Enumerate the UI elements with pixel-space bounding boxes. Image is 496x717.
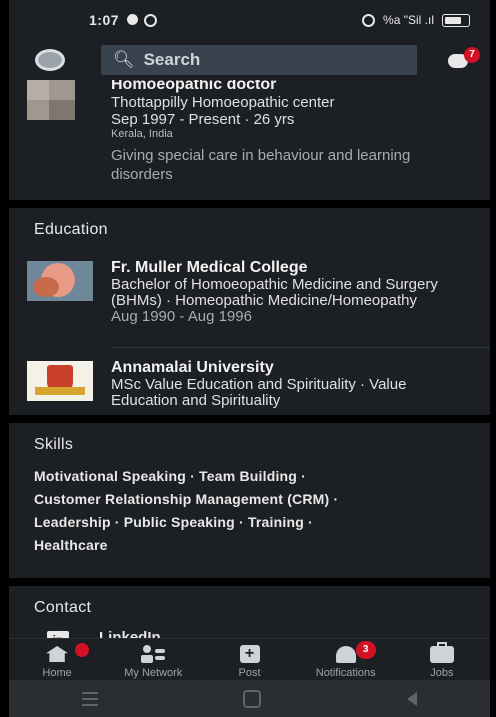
network-icon bbox=[141, 645, 166, 663]
recent-apps-icon[interactable] bbox=[81, 691, 98, 706]
skills-line: Leadership · Public Speaking · Training … bbox=[34, 514, 313, 530]
linkedin-icon: in bbox=[47, 631, 69, 638]
search-placeholder: Search bbox=[143, 50, 201, 69]
notifications-badge: 3 bbox=[355, 641, 376, 659]
linkedin-link[interactable]: LinkedIn bbox=[99, 629, 161, 638]
bottom-navigation: Home My Network + Post 3 Notifications J… bbox=[9, 638, 490, 681]
post-icon: + bbox=[239, 645, 260, 663]
company-name: Thottappilly Homoeopathic center bbox=[111, 94, 335, 111]
contact-heading: Contact bbox=[34, 599, 92, 616]
skills-section: Skills Motivational Speaking · Team Buil… bbox=[9, 423, 490, 578]
experience-details: Homoeopathic doctor Thottappilly Homoeop… bbox=[111, 80, 441, 184]
item-separator bbox=[111, 347, 490, 348]
bell-icon bbox=[335, 645, 356, 663]
home-system-icon[interactable] bbox=[243, 689, 262, 708]
school-dates: Aug 1990 - Aug 1996 bbox=[111, 308, 252, 325]
section-divider bbox=[9, 578, 490, 586]
job-title: Homoeopathic doctor bbox=[111, 80, 277, 93]
education-section: Education Fr. Muller Medical College Bac… bbox=[9, 208, 490, 415]
company-logo bbox=[27, 80, 75, 120]
nav-label: Post bbox=[238, 667, 261, 679]
section-divider bbox=[9, 200, 490, 208]
skills-line: Healthcare bbox=[34, 537, 108, 553]
signal-text: %a "Sil .ıl bbox=[383, 13, 434, 27]
school-logo bbox=[27, 261, 93, 301]
messaging-button[interactable]: 7 bbox=[448, 47, 480, 71]
school-details: Annamalai University MSc Value Education… bbox=[111, 359, 471, 409]
phone-screen: 1:07 %a "Sil .ıl 🔍︎ Search 7 Homoeopathi… bbox=[9, 0, 490, 717]
search-input[interactable]: 🔍︎ Search bbox=[101, 45, 417, 75]
status-bar: 1:07 %a "Sil .ıl bbox=[9, 0, 490, 40]
skills-heading: Skills bbox=[34, 436, 74, 453]
status-notification-icons bbox=[127, 13, 158, 27]
job-dates: Sep 1997 - Present · 26 yrs bbox=[111, 111, 295, 128]
back-icon[interactable] bbox=[407, 691, 418, 706]
job-location: Kerala, India bbox=[111, 128, 173, 140]
nav-label: My Network bbox=[124, 667, 183, 679]
school-logo bbox=[27, 361, 93, 401]
search-icon: 🔍︎ bbox=[113, 50, 135, 69]
briefcase-icon bbox=[429, 641, 454, 663]
battery-icon bbox=[442, 13, 470, 27]
nav-my-network[interactable]: My Network bbox=[105, 639, 201, 681]
profile-scroll-area[interactable]: Homoeopathic doctor Thottappilly Homoeop… bbox=[9, 80, 490, 638]
skills-line: Customer Relationship Management (CRM) · bbox=[34, 491, 339, 507]
message-badge: 7 bbox=[464, 47, 480, 63]
alarm-icon bbox=[362, 13, 376, 27]
contact-section: Contact in LinkedIn bbox=[9, 586, 490, 638]
nav-notifications[interactable]: 3 Notifications bbox=[298, 639, 394, 681]
nav-label: Home bbox=[42, 667, 72, 679]
skills-line: Motivational Speaking · Team Building · bbox=[34, 468, 307, 484]
education-heading: Education bbox=[34, 221, 108, 238]
app-header: 🔍︎ Search 7 bbox=[9, 40, 490, 80]
skills-list: Motivational Speaking · Team Building · … bbox=[34, 465, 454, 557]
status-time: 1:07 bbox=[89, 12, 120, 28]
nav-home[interactable]: Home bbox=[9, 639, 105, 681]
notification-dot-icon bbox=[127, 13, 139, 25]
home-icon bbox=[46, 646, 69, 662]
school-degree: Bachelor of Homoeopathic Medicine and Su… bbox=[111, 276, 438, 309]
notification-ring-icon bbox=[144, 13, 158, 27]
experience-item[interactable]: Homoeopathic doctor Thottappilly Homoeop… bbox=[9, 80, 490, 200]
system-navigation-bar bbox=[9, 680, 490, 717]
nav-label: Jobs bbox=[430, 667, 454, 679]
section-divider bbox=[9, 415, 490, 423]
school-name: Annamalai University bbox=[111, 359, 274, 376]
home-badge-dot bbox=[75, 643, 89, 657]
nav-post[interactable]: + Post bbox=[201, 639, 297, 681]
school-details: Fr. Muller Medical College Bachelor of H… bbox=[111, 259, 471, 325]
profile-avatar[interactable] bbox=[35, 49, 65, 71]
status-right-icons: %a "Sil .ıl bbox=[362, 13, 470, 27]
school-degree: MSc Value Education and Spirituality · V… bbox=[111, 376, 407, 409]
nav-label: Notifications bbox=[315, 667, 376, 679]
job-description: Giving special care in behaviour and lea… bbox=[111, 147, 411, 183]
school-name: Fr. Muller Medical College bbox=[111, 259, 308, 276]
nav-jobs[interactable]: Jobs bbox=[394, 639, 490, 681]
